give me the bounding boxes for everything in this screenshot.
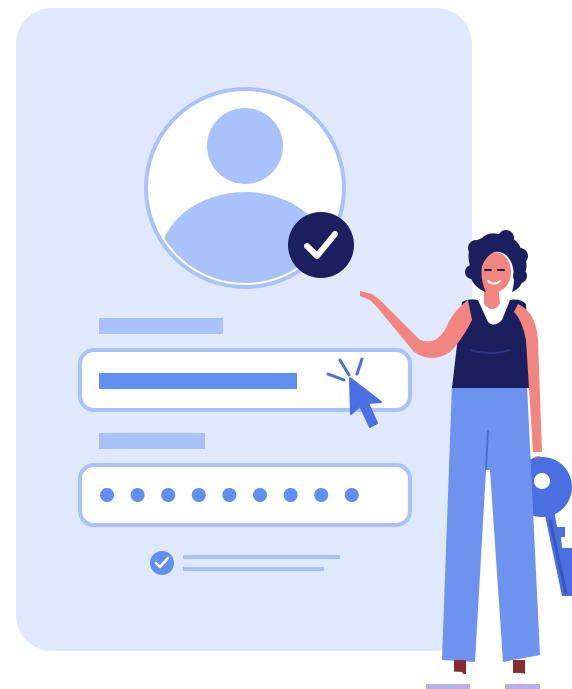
avatar-head (207, 108, 283, 184)
remember-line-1 (183, 555, 340, 559)
password-dot (191, 488, 206, 502)
verified-check-badge (288, 212, 354, 278)
login-illustration (0, 0, 572, 689)
remember-line-2 (183, 567, 324, 571)
password-label-bar (99, 433, 205, 449)
password-dot (222, 488, 237, 502)
illustration-svg (16, 8, 572, 689)
password-dot (100, 488, 114, 502)
password-dot (344, 488, 359, 502)
password-dots (100, 488, 359, 502)
password-dot (161, 488, 176, 502)
password-dot (283, 488, 298, 502)
password-field[interactable] (78, 463, 412, 527)
username-value-bar (99, 373, 297, 389)
username-label-bar (99, 318, 223, 334)
password-dot (130, 488, 145, 502)
password-dot (253, 488, 267, 502)
password-dot (314, 488, 329, 502)
